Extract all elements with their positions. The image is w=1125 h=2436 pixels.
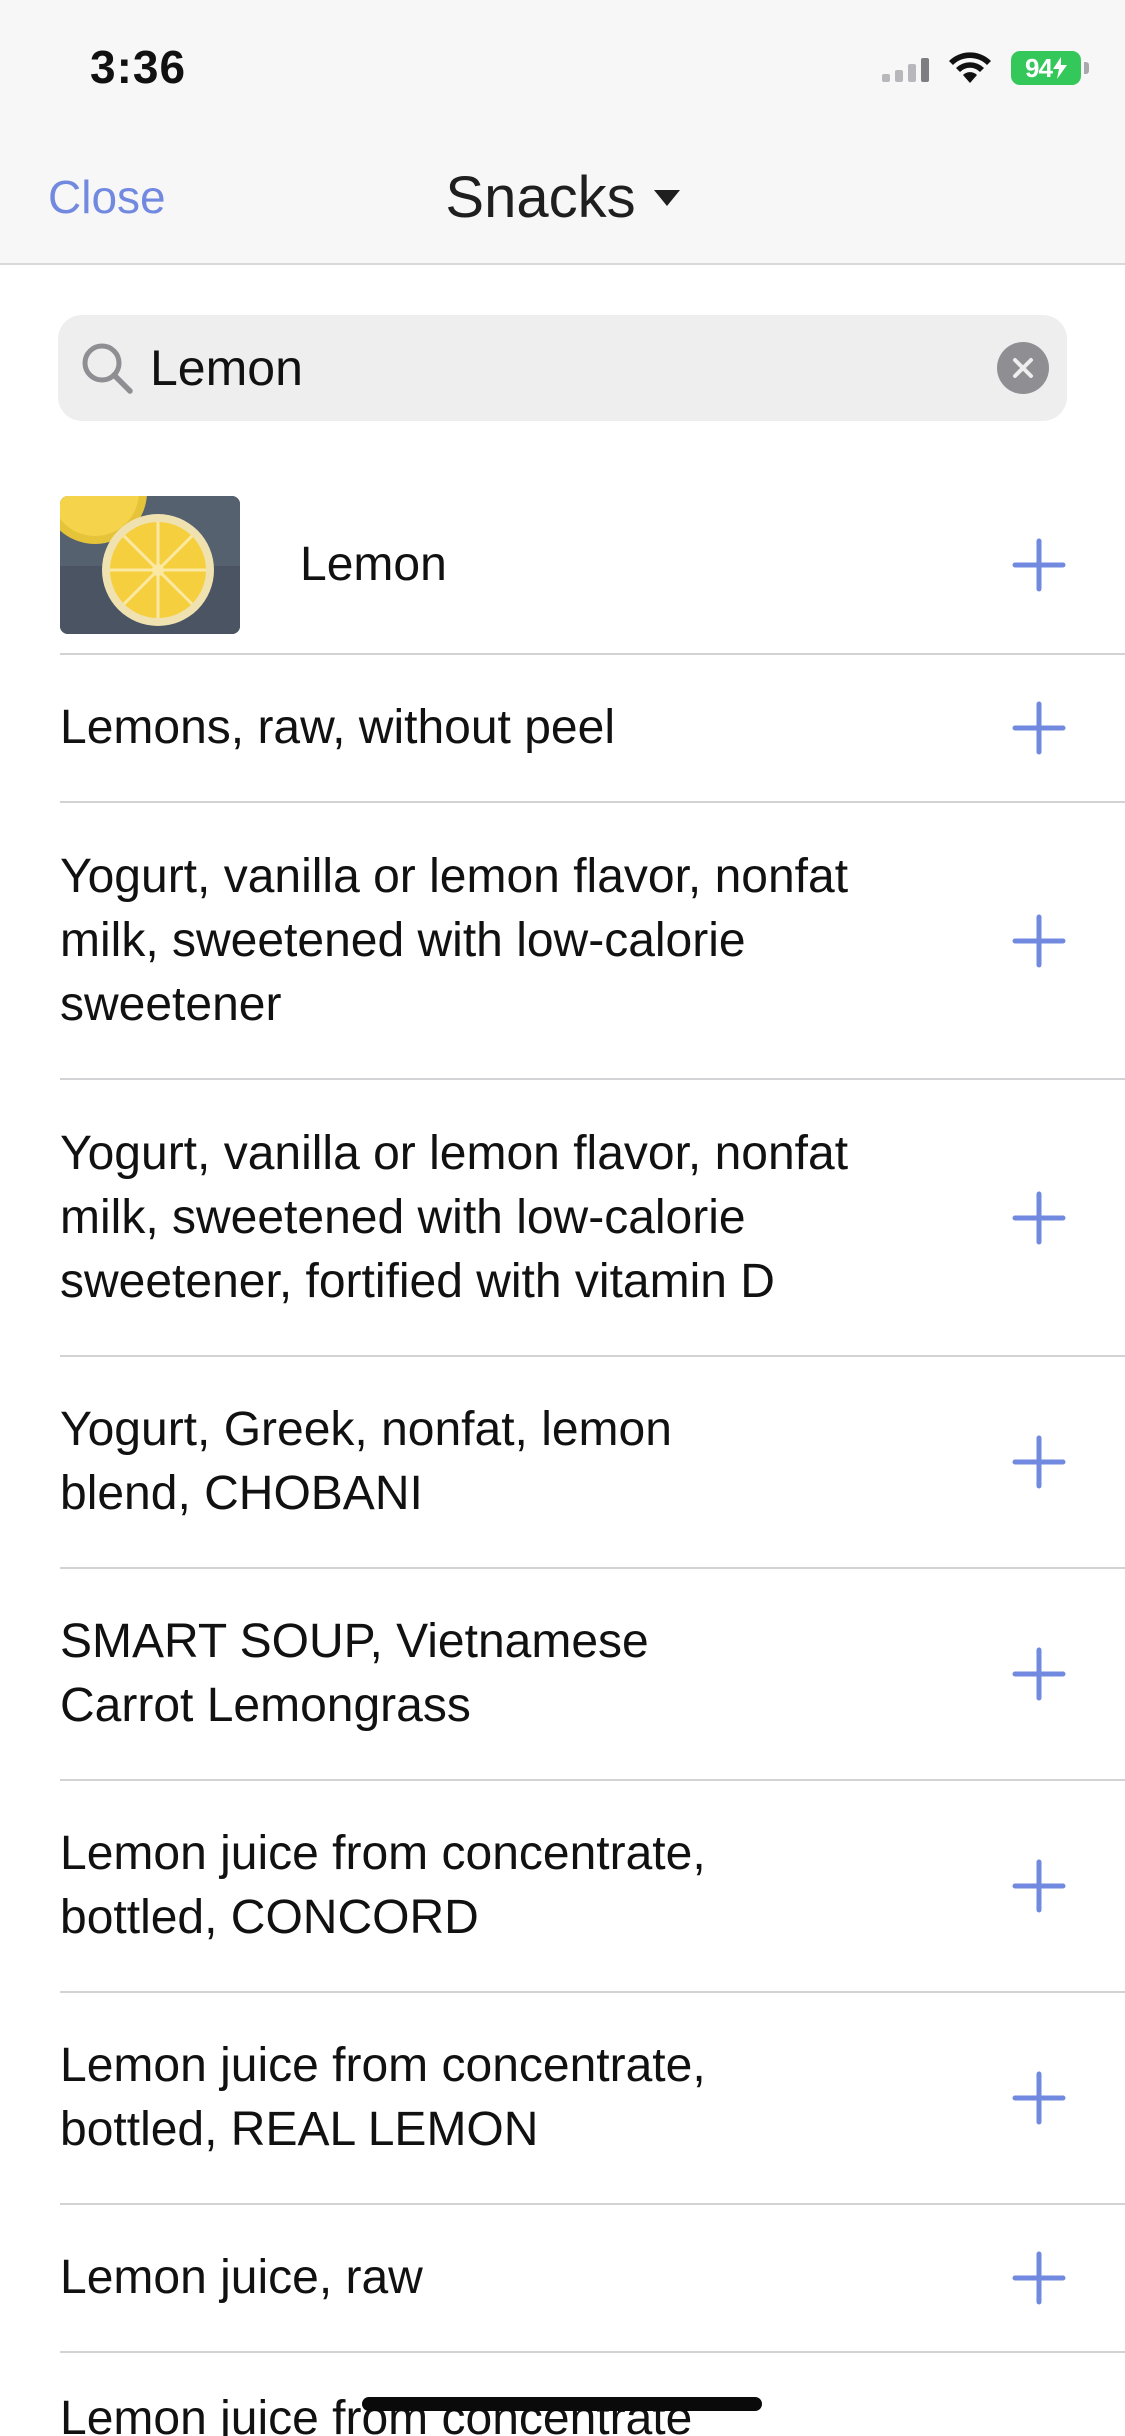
plus-icon[interactable] [1009,698,1069,758]
list-item-label: Lemon juice from concentrate [60,2392,693,2436]
plus-icon[interactable] [1009,1188,1069,1248]
search-bar [58,315,1067,421]
list-item[interactable]: Lemons, raw, without peel [60,655,1125,803]
list-item-label: Lemon juice from concentrate, bottled, R… [60,2039,706,2156]
list-item[interactable]: Yogurt, vanilla or lemon flavor, nonfat … [60,1080,1125,1357]
list-item[interactable]: Yogurt, vanilla or lemon flavor, nonfat … [60,803,1125,1080]
lemon-image [60,496,240,634]
list-item-label: SMART SOUP, Vietnamese Carrot Lemongrass [60,1615,649,1732]
list-item[interactable]: Lemon [60,477,1125,655]
list-item-label: Lemons, raw, without peel [60,701,615,754]
page-title: Snacks [445,165,636,230]
list-item[interactable]: Lemon juice from concentrate, bottled, C… [60,1781,1125,1993]
list-item[interactable]: Lemon juice, raw [60,2205,1125,2353]
list-item-label: Yogurt, vanilla or lemon flavor, nonfat … [60,849,849,1031]
plus-icon[interactable] [1009,1432,1069,1492]
search-input[interactable] [150,333,970,403]
home-indicator[interactable] [362,2397,762,2411]
clear-icon[interactable] [997,342,1049,394]
list-item-label: Lemon juice, raw [60,2251,423,2304]
plus-icon[interactable] [1009,535,1069,595]
plus-icon[interactable] [1009,1856,1069,1916]
plus-icon[interactable] [1009,2248,1069,2308]
status-time: 3:36 [90,41,187,93]
list-item-label: Yogurt, Greek, nonfat, lemon blend, CHOB… [60,1403,672,1520]
wifi-icon [949,52,991,83]
list-item[interactable]: Lemon juice from concentrate [60,2353,1125,2436]
battery-level: 94 [1025,52,1053,83]
plus-icon[interactable] [1009,911,1069,971]
list-item[interactable]: Yogurt, Greek, nonfat, lemon blend, CHOB… [60,1357,1125,1569]
list-item-label: Lemon juice from concentrate, bottled, C… [60,1827,706,1944]
caret-down-icon [653,189,680,206]
meal-selector[interactable]: Snacks [0,164,1125,231]
status-indicators: 94 [882,48,1089,88]
list-item[interactable]: SMART SOUP, Vietnamese Carrot Lemongrass [60,1569,1125,1781]
top-bar: 3:36 94 Close Snacks [0,0,1125,265]
list-item-label: Lemon [300,538,447,591]
battery-icon: 94 [1011,51,1089,85]
results-list: Lemon Lemons, raw, without peel Yogurt, … [0,477,1125,2436]
search-icon [82,343,133,394]
screen: 3:36 94 Close Snacks Lemon Lemon Lemons,… [0,0,1125,2436]
list-item[interactable]: Lemon juice from concentrate, bottled, R… [60,1993,1125,2205]
plus-icon[interactable] [1009,2068,1069,2128]
cellular-signal-icon [882,54,929,82]
plus-icon[interactable] [1009,1644,1069,1704]
list-item-label: Yogurt, vanilla or lemon flavor, nonfat … [60,1126,849,1308]
